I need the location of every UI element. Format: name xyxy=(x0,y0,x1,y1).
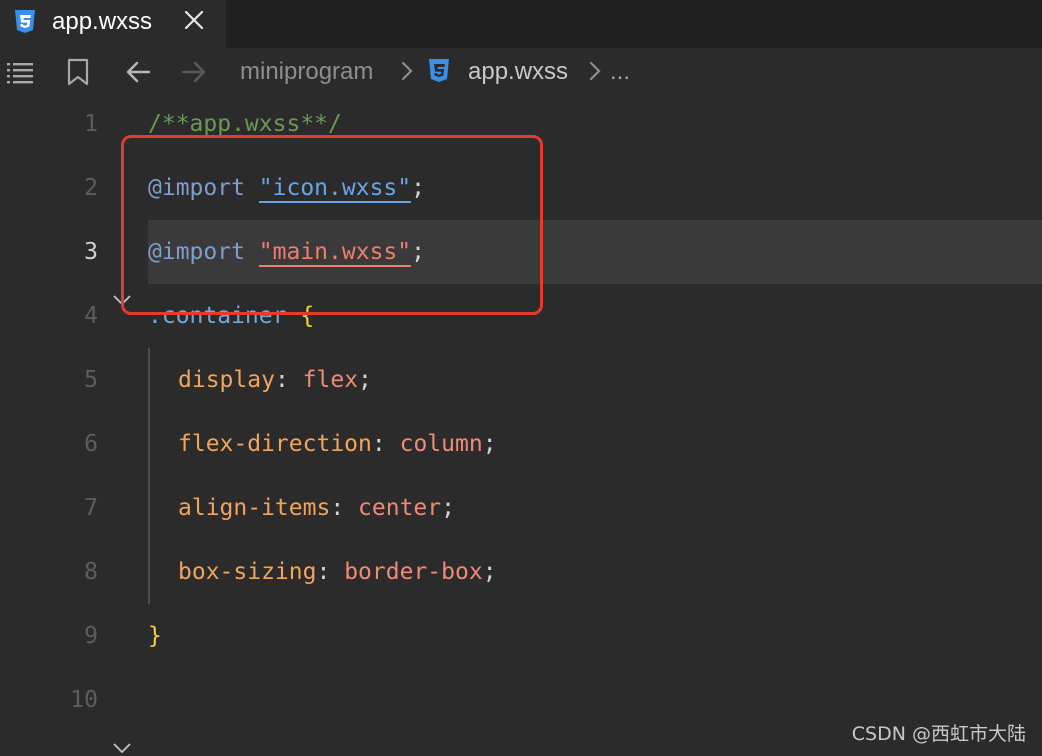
line-number: 8 xyxy=(84,559,98,585)
css-value: flex xyxy=(302,367,359,393)
code-line[interactable]: 7 align-items: center; xyxy=(0,476,1042,540)
breadcrumb-file[interactable]: app.wxss xyxy=(468,57,568,87)
line-number: 4 xyxy=(84,303,98,329)
breadcrumb-more[interactable]: ... xyxy=(610,57,630,87)
colon: : xyxy=(316,559,331,585)
close-icon[interactable] xyxy=(183,9,205,31)
css3-icon xyxy=(15,10,35,33)
tab-bar: app.wxss xyxy=(0,0,1042,48)
breadcrumb-toolbar: miniprogram app.wxss ... xyxy=(0,48,1042,96)
watermark: CSDN @西虹市大陆 xyxy=(851,723,1026,745)
line-number: 6 xyxy=(84,431,98,457)
semicolon: ; xyxy=(482,559,497,585)
chevron-right-icon xyxy=(589,61,601,81)
code-line[interactable]: 9 } xyxy=(0,604,1042,668)
colon: : xyxy=(274,367,289,393)
semicolon: ; xyxy=(482,431,497,457)
line-number: 5 xyxy=(84,367,98,393)
semicolon: ; xyxy=(441,495,455,521)
line-number: 10 xyxy=(70,687,98,713)
code-line[interactable]: 8 box-sizing: border-box; xyxy=(0,540,1042,604)
code-text: flex-direction: column; xyxy=(178,412,497,476)
brace: } xyxy=(148,623,162,649)
arrow-right-icon[interactable] xyxy=(180,58,208,86)
css-property: flex-direction xyxy=(178,431,372,457)
line-number: 7 xyxy=(84,495,98,521)
colon: : xyxy=(371,431,386,457)
line-number: 9 xyxy=(84,623,98,649)
outline-list-icon[interactable] xyxy=(6,58,34,86)
css-value: center xyxy=(358,495,442,521)
line-number: 3 xyxy=(84,239,98,265)
code-text: box-sizing: border-box; xyxy=(178,540,497,604)
tab-app-wxss[interactable]: app.wxss xyxy=(0,0,226,48)
tab-title: app.wxss xyxy=(52,8,153,35)
chevron-right-icon xyxy=(401,61,413,81)
css-value: border-box xyxy=(344,559,483,585)
line-number: 2 xyxy=(84,175,98,201)
code-text: display: flex; xyxy=(178,348,372,412)
css-value: column xyxy=(399,431,483,457)
semicolon: ; xyxy=(358,367,372,393)
css-property: display xyxy=(178,367,275,393)
css3-icon xyxy=(429,59,449,82)
code-line[interactable]: 5 display: flex; xyxy=(0,348,1042,412)
arrow-left-icon[interactable] xyxy=(124,58,152,86)
annotation-highlight-box xyxy=(121,135,543,315)
css-property: align-items xyxy=(178,495,331,521)
code-line[interactable]: 6 flex-direction: column; xyxy=(0,412,1042,476)
code-text: align-items: center; xyxy=(178,476,455,540)
line-number: 1 xyxy=(84,111,98,137)
css-property: box-sizing xyxy=(178,559,317,585)
colon: : xyxy=(330,495,345,521)
bookmark-icon[interactable] xyxy=(64,58,92,86)
breadcrumb-folder[interactable]: miniprogram xyxy=(240,57,373,87)
